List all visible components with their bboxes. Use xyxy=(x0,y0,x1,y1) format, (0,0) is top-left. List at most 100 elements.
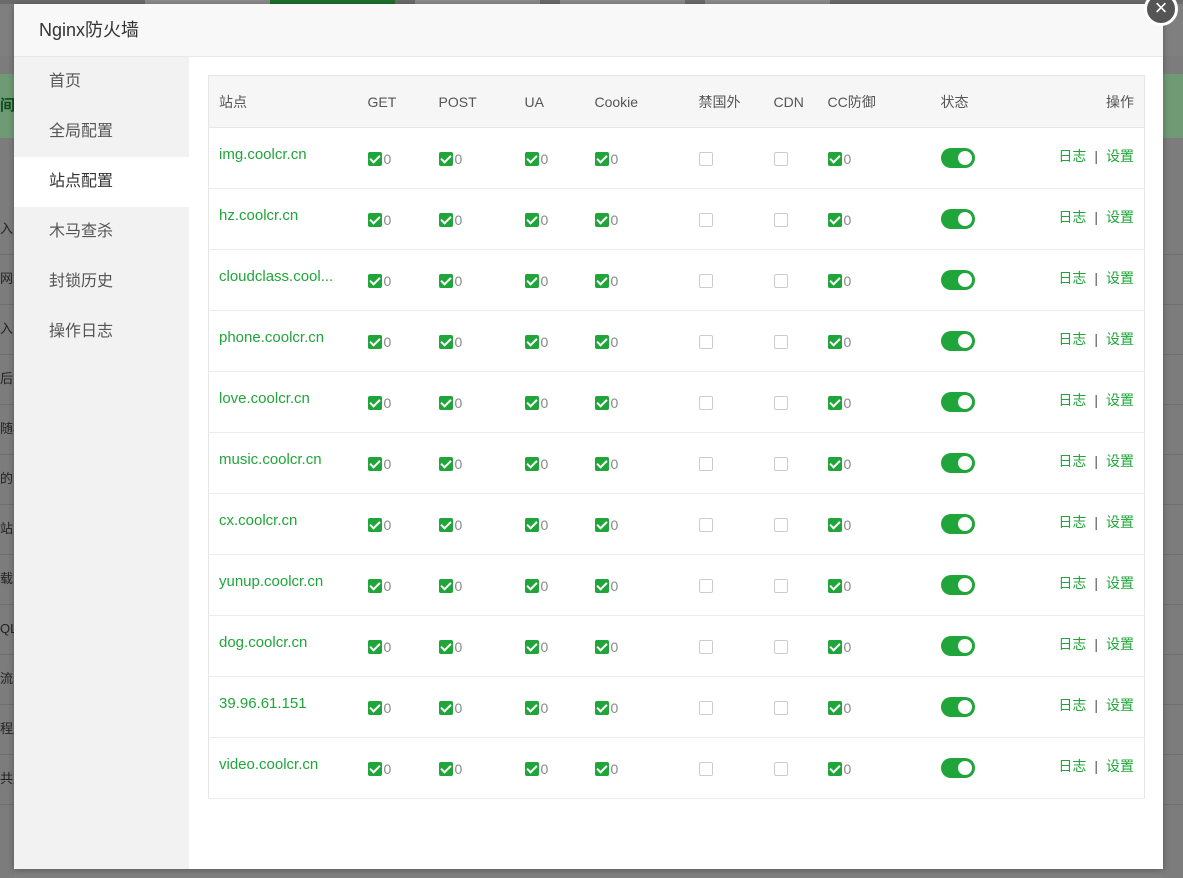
checkbox[interactable]: 0 xyxy=(438,700,462,716)
checkbox[interactable] xyxy=(698,700,713,715)
checkbox[interactable]: 0 xyxy=(827,395,851,411)
settings-link[interactable]: 设置 xyxy=(1106,697,1134,713)
checkbox[interactable]: 0 xyxy=(524,578,548,594)
checkbox[interactable]: 0 xyxy=(438,151,462,167)
checkbox[interactable]: 0 xyxy=(367,151,391,167)
checkbox[interactable]: 0 xyxy=(827,517,851,533)
nav-item-0[interactable]: 首页 xyxy=(14,57,189,107)
status-toggle[interactable] xyxy=(940,269,975,290)
log-link[interactable]: 日志 xyxy=(1058,148,1086,164)
checkbox[interactable]: 0 xyxy=(827,334,851,350)
checkbox[interactable]: 0 xyxy=(827,761,851,777)
checkbox[interactable]: 0 xyxy=(367,639,391,655)
checkbox[interactable]: 0 xyxy=(367,395,391,411)
checkbox[interactable]: 0 xyxy=(524,517,548,533)
site-link[interactable]: cx.coolcr.cn xyxy=(219,512,297,529)
settings-link[interactable]: 设置 xyxy=(1106,514,1134,530)
checkbox[interactable] xyxy=(773,456,788,471)
settings-link[interactable]: 设置 xyxy=(1106,270,1134,286)
log-link[interactable]: 日志 xyxy=(1058,758,1086,774)
status-toggle[interactable] xyxy=(940,147,975,168)
checkbox[interactable]: 0 xyxy=(524,334,548,350)
settings-link[interactable]: 设置 xyxy=(1106,758,1134,774)
checkbox[interactable] xyxy=(698,151,713,166)
status-toggle[interactable] xyxy=(940,757,975,778)
checkbox[interactable] xyxy=(698,212,713,227)
settings-link[interactable]: 设置 xyxy=(1106,331,1134,347)
site-link[interactable]: phone.coolcr.cn xyxy=(219,329,324,346)
status-toggle[interactable] xyxy=(940,513,975,534)
settings-link[interactable]: 设置 xyxy=(1106,636,1134,652)
checkbox[interactable]: 0 xyxy=(524,639,548,655)
checkbox[interactable]: 0 xyxy=(438,578,462,594)
checkbox[interactable] xyxy=(698,578,713,593)
checkbox[interactable]: 0 xyxy=(438,761,462,777)
checkbox[interactable] xyxy=(773,151,788,166)
checkbox[interactable]: 0 xyxy=(594,456,618,472)
checkbox[interactable]: 0 xyxy=(827,151,851,167)
site-link[interactable]: music.coolcr.cn xyxy=(219,451,322,468)
checkbox[interactable]: 0 xyxy=(594,212,618,228)
checkbox[interactable]: 0 xyxy=(524,212,548,228)
checkbox[interactable]: 0 xyxy=(524,273,548,289)
checkbox[interactable] xyxy=(773,639,788,654)
checkbox[interactable] xyxy=(773,395,788,410)
checkbox[interactable]: 0 xyxy=(367,517,391,533)
checkbox[interactable] xyxy=(773,212,788,227)
checkbox[interactable] xyxy=(698,639,713,654)
settings-link[interactable]: 设置 xyxy=(1106,453,1134,469)
settings-link[interactable]: 设置 xyxy=(1106,148,1134,164)
checkbox[interactable]: 0 xyxy=(438,273,462,289)
checkbox[interactable]: 0 xyxy=(827,639,851,655)
checkbox[interactable]: 0 xyxy=(594,761,618,777)
checkbox[interactable]: 0 xyxy=(594,517,618,533)
checkbox[interactable]: 0 xyxy=(367,456,391,472)
checkbox[interactable]: 0 xyxy=(367,212,391,228)
log-link[interactable]: 日志 xyxy=(1058,392,1086,408)
checkbox[interactable]: 0 xyxy=(594,578,618,594)
checkbox[interactable] xyxy=(773,273,788,288)
checkbox[interactable]: 0 xyxy=(594,395,618,411)
settings-link[interactable]: 设置 xyxy=(1106,209,1134,225)
checkbox[interactable]: 0 xyxy=(367,273,391,289)
nav-item-3[interactable]: 木马查杀 xyxy=(14,207,189,257)
checkbox[interactable]: 0 xyxy=(594,334,618,350)
checkbox[interactable]: 0 xyxy=(438,212,462,228)
checkbox[interactable]: 0 xyxy=(524,395,548,411)
checkbox[interactable]: 0 xyxy=(594,273,618,289)
status-toggle[interactable] xyxy=(940,330,975,351)
log-link[interactable]: 日志 xyxy=(1058,453,1086,469)
log-link[interactable]: 日志 xyxy=(1058,697,1086,713)
checkbox[interactable]: 0 xyxy=(367,334,391,350)
checkbox[interactable] xyxy=(698,456,713,471)
site-link[interactable]: 39.96.61.151 xyxy=(219,695,307,712)
status-toggle[interactable] xyxy=(940,208,975,229)
checkbox[interactable] xyxy=(773,334,788,349)
checkbox[interactable]: 0 xyxy=(367,578,391,594)
checkbox[interactable]: 0 xyxy=(594,151,618,167)
checkbox[interactable] xyxy=(773,761,788,776)
checkbox[interactable]: 0 xyxy=(594,639,618,655)
log-link[interactable]: 日志 xyxy=(1058,514,1086,530)
status-toggle[interactable] xyxy=(940,574,975,595)
log-link[interactable]: 日志 xyxy=(1058,209,1086,225)
checkbox[interactable] xyxy=(698,334,713,349)
checkbox[interactable]: 0 xyxy=(524,700,548,716)
settings-link[interactable]: 设置 xyxy=(1106,575,1134,591)
checkbox[interactable]: 0 xyxy=(827,456,851,472)
checkbox[interactable]: 0 xyxy=(827,212,851,228)
checkbox[interactable] xyxy=(773,517,788,532)
site-link[interactable]: img.coolcr.cn xyxy=(219,146,307,163)
site-link[interactable]: love.coolcr.cn xyxy=(219,390,310,407)
checkbox[interactable]: 0 xyxy=(827,273,851,289)
nav-item-4[interactable]: 封锁历史 xyxy=(14,257,189,307)
checkbox[interactable] xyxy=(773,700,788,715)
nav-item-1[interactable]: 全局配置 xyxy=(14,107,189,157)
checkbox[interactable]: 0 xyxy=(367,700,391,716)
log-link[interactable]: 日志 xyxy=(1058,636,1086,652)
settings-link[interactable]: 设置 xyxy=(1106,392,1134,408)
checkbox[interactable] xyxy=(698,395,713,410)
checkbox[interactable]: 0 xyxy=(438,639,462,655)
checkbox[interactable]: 0 xyxy=(524,761,548,777)
site-link[interactable]: video.coolcr.cn xyxy=(219,756,318,773)
